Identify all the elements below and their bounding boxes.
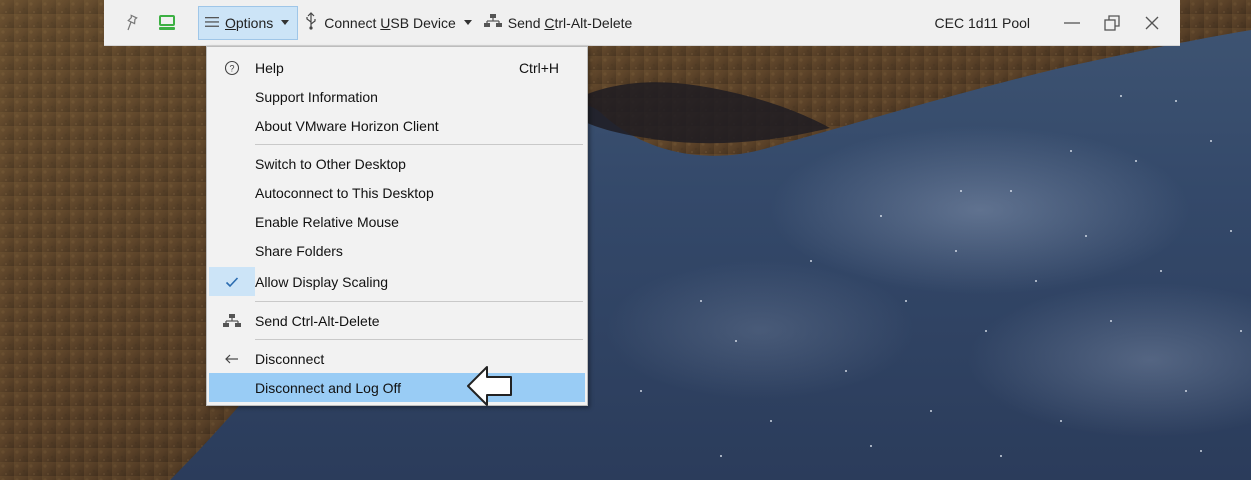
menu-item-support-information[interactable]: Support Information	[209, 82, 585, 111]
network-icon	[483, 13, 502, 32]
checkmark-icon	[209, 267, 255, 296]
menu-item-autoconnect[interactable]: Autoconnect to This Desktop	[209, 178, 585, 207]
send-cad-label: Send Ctrl-Alt-Delete	[507, 14, 633, 31]
desktop-pool-name: CEC 1d11 Pool	[934, 14, 1030, 31]
help-shortcut: Ctrl+H	[518, 59, 559, 76]
minimize-icon	[1064, 21, 1080, 24]
menu-item-allow-display-scaling[interactable]: Allow Display Scaling	[209, 267, 585, 296]
options-menu-button[interactable]: Options	[198, 5, 299, 40]
menu-item-send-ctrl-alt-delete[interactable]: Send Ctrl-Alt-Delete	[209, 306, 585, 335]
svg-text:?: ?	[229, 63, 234, 73]
menu-item-about[interactable]: About VMware Horizon Client	[209, 111, 585, 140]
help-circle-icon: ?	[209, 53, 255, 82]
menu-separator	[255, 339, 583, 340]
annotation-arrow-icon	[467, 366, 512, 406]
menu-item-help[interactable]: ? Help Ctrl+H	[209, 53, 585, 82]
arrow-left-icon	[209, 344, 255, 373]
menu-item-disconnect[interactable]: Disconnect	[209, 344, 585, 373]
options-dropdown-menu: ? Help Ctrl+H Support Information About …	[206, 46, 588, 406]
horizon-client-toolbar: Options Connect USB Device Send Ctrl-Alt…	[104, 0, 1180, 46]
network-icon	[209, 306, 255, 335]
send-ctrl-alt-delete-button[interactable]: Send Ctrl-Alt-Delete	[478, 6, 639, 40]
connect-usb-label: Connect USB Device	[324, 14, 456, 31]
menu-item-relative-mouse[interactable]: Enable Relative Mouse	[209, 207, 585, 236]
menu-item-disconnect-and-log-off[interactable]: Disconnect and Log Off	[209, 373, 585, 402]
remote-desktop-screen: Options Connect USB Device Send Ctrl-Alt…	[0, 0, 1251, 480]
wallpaper-stars	[0, 0, 1251, 480]
minimize-button[interactable]	[1052, 3, 1092, 43]
restore-button[interactable]	[1092, 3, 1132, 43]
close-button[interactable]	[1132, 3, 1172, 43]
monitor-icon[interactable]	[154, 10, 180, 36]
menu-separator	[255, 301, 583, 302]
hamburger-icon	[205, 15, 219, 31]
usb-icon	[304, 12, 318, 33]
menu-item-share-folders[interactable]: Share Folders	[209, 236, 585, 265]
options-label: Options	[225, 14, 274, 31]
chevron-down-icon	[463, 20, 472, 25]
close-icon	[1145, 16, 1159, 29]
menu-separator	[255, 144, 583, 145]
chevron-down-icon	[281, 20, 290, 25]
menu-item-switch-desktop[interactable]: Switch to Other Desktop	[209, 149, 585, 178]
restore-icon	[1104, 14, 1120, 31]
connect-usb-device-button[interactable]: Connect USB Device	[298, 6, 478, 40]
pin-icon[interactable]	[118, 10, 144, 36]
